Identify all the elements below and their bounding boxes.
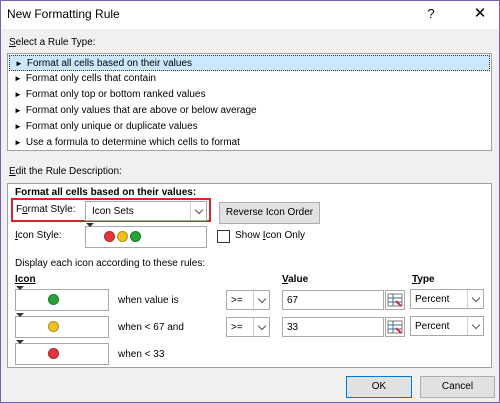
yellow-circle-icon xyxy=(116,230,128,242)
new-formatting-rule-dialog: New Formatting Rule ? ✕ Select a Rule Ty… xyxy=(0,0,500,403)
edit-rule-description-label: Edit the Rule Description: xyxy=(9,166,122,177)
rules-caption: Display each icon according to these rul… xyxy=(15,258,206,269)
show-icon-only-checkbox[interactable] xyxy=(217,230,230,243)
type-column-header: Type xyxy=(412,274,435,285)
rule-type-item[interactable]: ► Format only unique or duplicate values xyxy=(9,119,490,135)
arrow-right-icon: ► xyxy=(14,106,22,115)
arrow-right-icon: ► xyxy=(14,138,22,147)
title-bar: New Formatting Rule ? ✕ xyxy=(1,1,499,29)
select-rule-type-label: Select a Rule Type: xyxy=(9,37,96,48)
rule-type-list[interactable]: ► Format all cells based on their values … xyxy=(7,53,492,151)
icon-dropdown[interactable] xyxy=(15,313,109,338)
rule-type-item[interactable]: ► Format all cells based on their values xyxy=(9,55,490,71)
icon-style-dropdown[interactable] xyxy=(85,223,207,248)
arrow-right-icon: ► xyxy=(14,122,22,131)
condition-text: when < 33 xyxy=(118,349,165,360)
cancel-button[interactable]: Cancel xyxy=(420,376,495,398)
description-heading: Format all cells based on their values: xyxy=(15,187,197,198)
arrow-right-icon: ► xyxy=(14,74,22,83)
operator-dropdown[interactable]: >= xyxy=(226,317,270,337)
red-circle-icon xyxy=(47,347,59,359)
chevron-down-icon[interactable] xyxy=(467,290,483,308)
operator-dropdown[interactable]: >= xyxy=(226,290,270,310)
condition-text: when < 67 and xyxy=(118,322,184,333)
value-input[interactable]: 67 xyxy=(282,290,384,310)
help-icon[interactable]: ? xyxy=(424,6,438,21)
condition-text: when value is xyxy=(118,295,179,306)
rule-type-item[interactable]: ► Format only cells that contain xyxy=(9,71,490,87)
type-dropdown[interactable]: Percent xyxy=(410,316,484,336)
ok-button[interactable]: OK xyxy=(346,376,412,398)
close-icon[interactable]: ✕ xyxy=(472,4,488,22)
icon-style-label: Icon Style: xyxy=(15,230,62,241)
show-icon-only-label: Show Icon Only xyxy=(235,230,306,241)
chevron-down-icon[interactable] xyxy=(467,317,483,335)
type-dropdown[interactable]: Percent xyxy=(410,289,484,309)
rule-type-item[interactable]: ► Format only top or bottom ranked values xyxy=(9,87,490,103)
icon-dropdown[interactable] xyxy=(15,286,109,311)
rule-type-item[interactable]: ► Format only values that are above or be… xyxy=(9,103,490,119)
arrow-right-icon: ► xyxy=(14,90,22,99)
value-column-header: Value xyxy=(282,274,309,285)
icon-dropdown[interactable] xyxy=(15,340,109,365)
red-circle-icon xyxy=(103,230,115,242)
yellow-circle-icon xyxy=(47,320,59,332)
cell-reference-picker-icon[interactable] xyxy=(385,290,405,310)
window-title: New Formatting Rule xyxy=(7,7,120,21)
icon-column-header: Icon xyxy=(15,274,36,285)
format-style-label: Format Style: xyxy=(16,204,76,215)
arrow-right-icon: ► xyxy=(15,59,23,68)
icon-style-preview xyxy=(86,227,160,245)
chevron-down-icon[interactable] xyxy=(190,202,206,220)
cell-reference-picker-icon[interactable] xyxy=(385,317,405,337)
chevron-down-icon[interactable] xyxy=(253,291,269,309)
format-style-dropdown[interactable]: Icon Sets xyxy=(85,201,207,221)
reverse-icon-order-button[interactable]: Reverse Icon Order xyxy=(219,202,320,224)
green-circle-icon xyxy=(129,230,141,242)
rule-type-item[interactable]: ► Use a formula to determine which cells … xyxy=(9,135,490,151)
chevron-down-icon[interactable] xyxy=(253,318,269,336)
value-input[interactable]: 33 xyxy=(282,317,384,337)
green-circle-icon xyxy=(47,293,59,305)
